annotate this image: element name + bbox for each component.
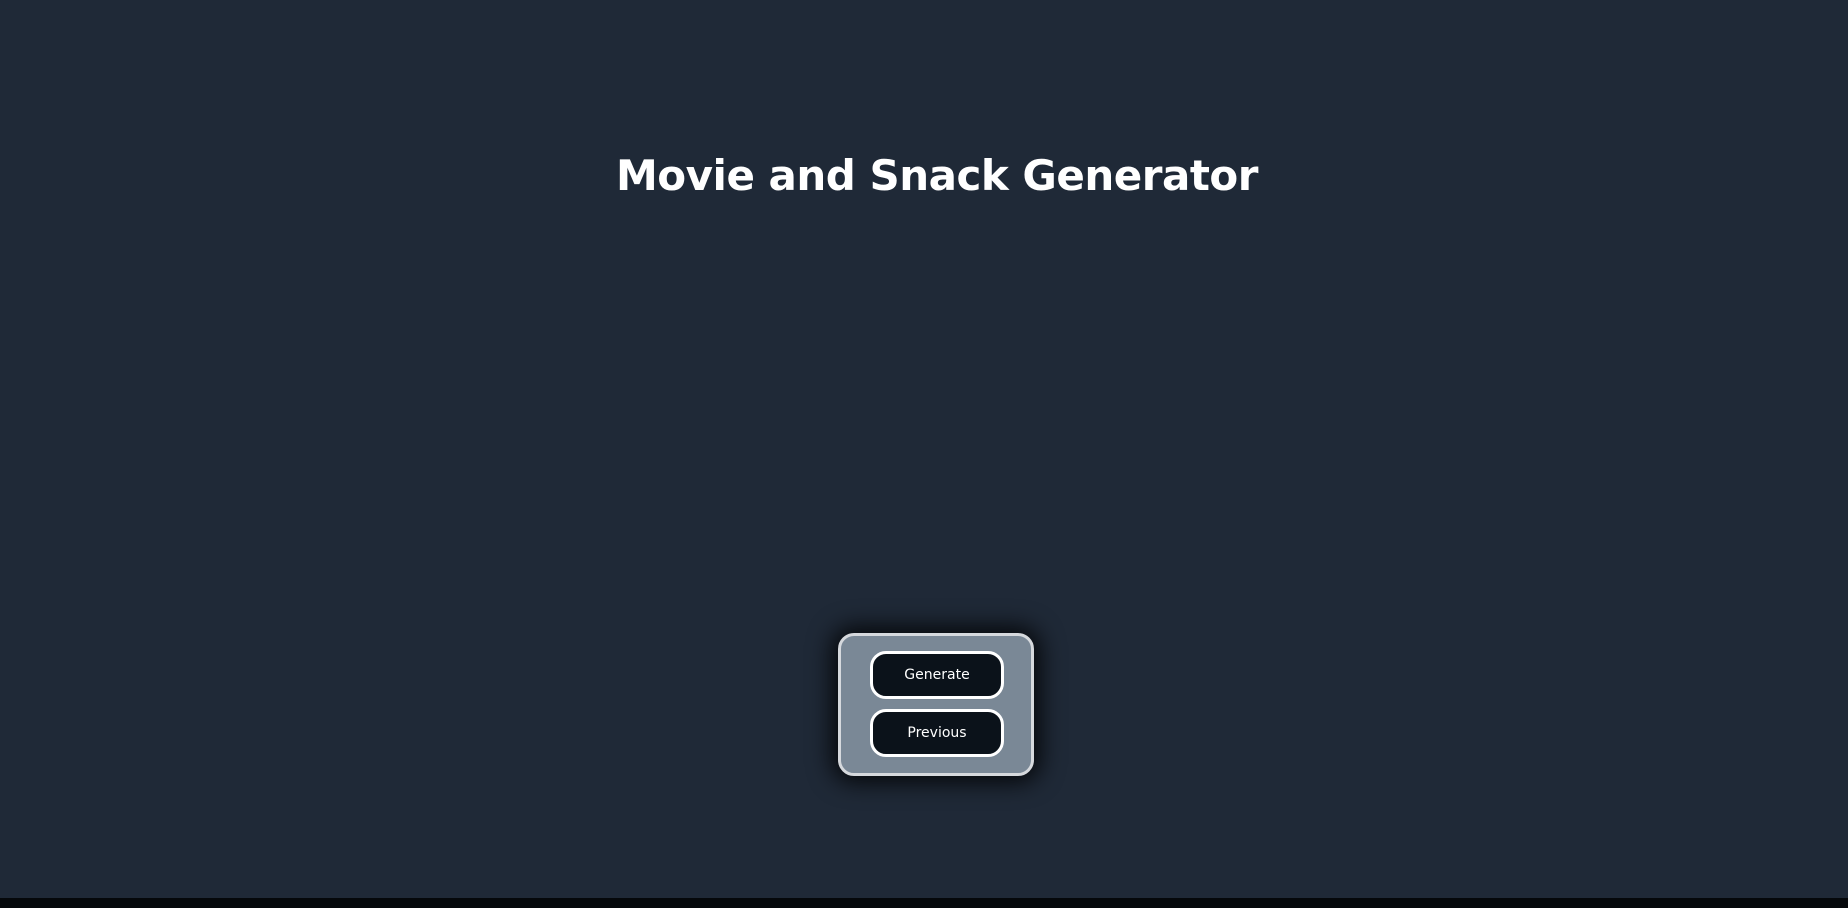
footer-bar	[0, 898, 1848, 908]
page-title: Movie and Snack Generator	[616, 151, 1258, 200]
generate-button[interactable]: Generate	[870, 651, 1004, 699]
control-panel: Generate Previous	[838, 633, 1034, 776]
previous-button[interactable]: Previous	[870, 709, 1004, 757]
